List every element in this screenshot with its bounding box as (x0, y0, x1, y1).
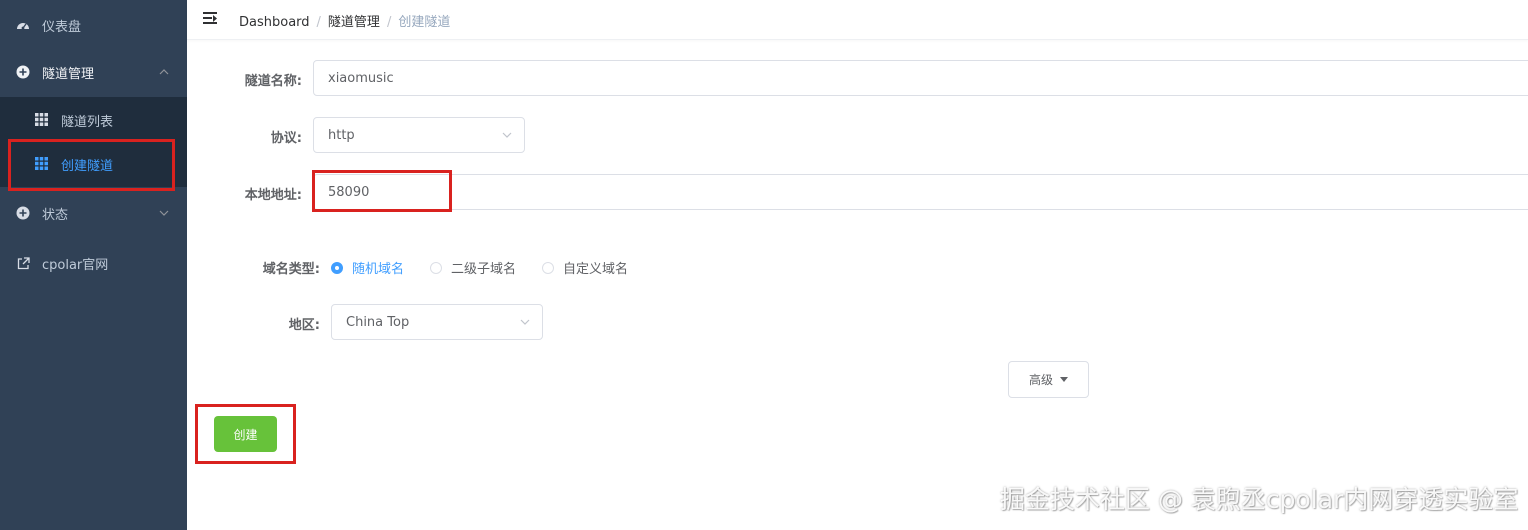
protocol-label: 协议: (270, 131, 302, 146)
local-address-label: 本地地址: (244, 188, 302, 203)
sidebar-item-dashboard[interactable]: 仪表盘 (0, 0, 187, 50)
sidebar-item-label: 仪表盘 (42, 19, 82, 35)
tunnel-name-label: 隧道名称: (244, 74, 302, 89)
external-link-icon (16, 256, 30, 270)
chevron-down-icon (502, 129, 512, 139)
radio-dot (430, 261, 442, 274)
sidebar-item-tunnel-management[interactable]: 隧道管理 (0, 47, 187, 97)
chevron-up-icon (159, 67, 169, 78)
radio-dot (331, 261, 343, 274)
sidebar-item-label: 隧道管理 (42, 66, 95, 82)
region-select[interactable]: China Top (331, 304, 543, 340)
caret-down-icon (1060, 377, 1068, 382)
local-address-input[interactable]: 58090 (313, 174, 1528, 210)
sidebar-item-label: 状态 (42, 207, 69, 223)
breadcrumb-item-tunnel-management[interactable]: 隧道管理 (328, 15, 380, 30)
region-label: 地区: (288, 318, 320, 333)
sidebar-item-cpolar-website[interactable]: cpolar官网 (0, 238, 187, 288)
chevron-down-icon (520, 316, 530, 326)
radio-custom-domain[interactable]: 自定义域名 (542, 258, 628, 277)
radio-dot (542, 261, 554, 274)
sidebar-item-status[interactable]: 状态 (0, 188, 187, 238)
navbar: Dashboard / 隧道管理 / 创建隧道 (187, 0, 1528, 40)
watermark: 掘金技术社区 @ 袁煦丞cpolar内网穿透实验室 (1000, 485, 1519, 514)
chevron-down-icon (159, 208, 169, 219)
radio-label: 随机域名 (352, 262, 405, 277)
sidebar-item-label: cpolar官网 (42, 257, 109, 273)
sidebar-subitem-label: 隧道列表 (61, 115, 114, 130)
highlight-box (195, 404, 296, 464)
advanced-button-label: 高级 (1028, 373, 1053, 387)
breadcrumb-item-dashboard[interactable]: Dashboard (239, 15, 310, 30)
region-value: China Top (346, 314, 410, 330)
radio-subdomain[interactable]: 二级子域名 (430, 258, 516, 277)
tunnel-name-input[interactable]: xiaomusic (313, 60, 1528, 96)
protocol-value: http (328, 127, 355, 143)
breadcrumb: Dashboard / 隧道管理 / 创建隧道 (239, 15, 451, 30)
plus-circle-icon (16, 65, 30, 79)
protocol-select[interactable]: http (313, 117, 525, 153)
tunnel-name-value: xiaomusic (328, 70, 394, 86)
grid-icon (35, 113, 48, 126)
radio-random-domain[interactable]: 随机域名 (331, 258, 404, 277)
highlight-box (312, 170, 452, 212)
plus-circle-icon (16, 206, 30, 220)
domain-type-label: 域名类型: (262, 262, 320, 277)
dashboard-icon (16, 18, 30, 32)
sidebar-subitem-tunnel-list[interactable]: 隧道列表 (0, 97, 187, 143)
radio-label: 二级子域名 (451, 262, 517, 277)
sidebar: 仪表盘 隧道管理 隧道列表 创建隧道 状态 cpolar官网 (0, 0, 187, 530)
radio-label: 自定义域名 (563, 262, 629, 277)
hamburger-icon[interactable] (203, 12, 217, 24)
advanced-button[interactable]: 高级 (1008, 361, 1089, 398)
breadcrumb-item-create-tunnel: 创建隧道 (398, 15, 451, 30)
highlight-box (8, 139, 175, 191)
